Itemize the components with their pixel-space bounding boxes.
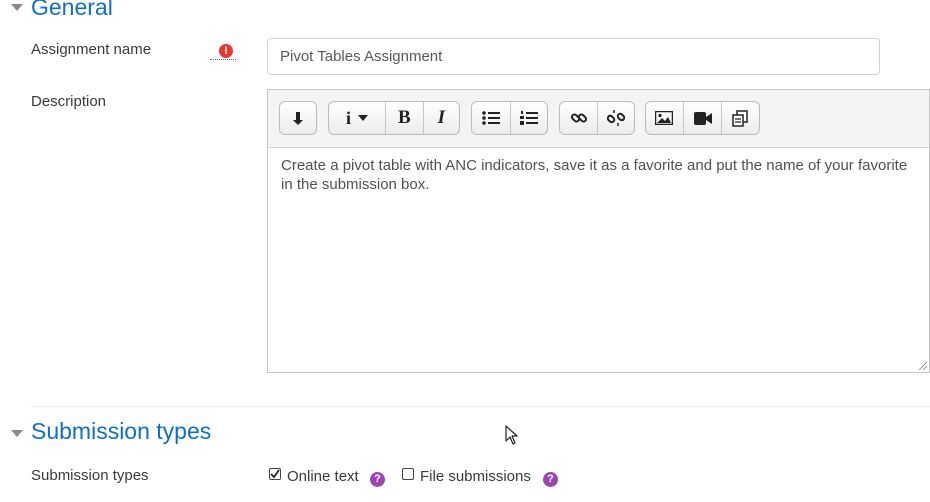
toolbar-group-toggle bbox=[279, 101, 317, 135]
toggle-toolbar-icon bbox=[293, 112, 303, 125]
submission-types-label: Submission types bbox=[31, 467, 149, 484]
video-icon bbox=[693, 111, 712, 125]
file-submissions-label[interactable]: File submissions bbox=[420, 468, 531, 486]
general-collapse-icon[interactable] bbox=[11, 4, 23, 11]
link-icon bbox=[570, 113, 587, 123]
required-icon: ! bbox=[219, 44, 233, 58]
section-divider bbox=[31, 406, 930, 407]
paragraph-styles-button[interactable]: i bbox=[329, 102, 387, 134]
required-dots bbox=[210, 58, 236, 60]
toolbar-group-media bbox=[645, 101, 760, 135]
manage-files-icon bbox=[732, 109, 748, 127]
unlink-icon bbox=[607, 110, 626, 126]
image-button[interactable] bbox=[646, 102, 684, 134]
checkmark-icon bbox=[270, 469, 280, 479]
online-text-label[interactable]: Online text bbox=[287, 468, 359, 486]
video-button[interactable] bbox=[684, 102, 723, 134]
toggle-toolbar-button[interactable] bbox=[280, 102, 316, 134]
toolbar-group-style: i B I bbox=[328, 101, 460, 135]
submission-section-title[interactable]: Submission types bbox=[31, 418, 211, 444]
file-submissions-help-icon[interactable]: ? bbox=[543, 472, 558, 487]
chevron-down-icon bbox=[358, 115, 369, 121]
numbered-list-icon bbox=[519, 111, 538, 125]
bold-icon: B bbox=[398, 107, 411, 128]
file-submissions-checkbox[interactable] bbox=[402, 468, 414, 480]
bullet-list-icon bbox=[481, 111, 500, 125]
submission-collapse-icon[interactable] bbox=[11, 430, 23, 437]
bullet-list-button[interactable] bbox=[472, 102, 511, 134]
description-editor-content[interactable]: Create a pivot table with ANC indicators… bbox=[281, 156, 921, 194]
link-button[interactable] bbox=[560, 102, 599, 134]
image-icon bbox=[655, 111, 674, 125]
toolbar-group-links bbox=[559, 101, 635, 135]
description-label: Description bbox=[31, 93, 107, 110]
assignment-name-input[interactable]: Pivot Tables Assignment bbox=[267, 38, 880, 75]
bold-button[interactable]: B bbox=[386, 102, 424, 134]
online-text-checkbox[interactable] bbox=[269, 468, 281, 480]
mouse-cursor-icon bbox=[505, 425, 518, 445]
italic-button[interactable]: I bbox=[424, 102, 459, 134]
toolbar-group-lists bbox=[471, 101, 548, 135]
italic-icon: I bbox=[437, 107, 445, 128]
resize-grip-icon[interactable] bbox=[917, 360, 927, 370]
numbered-list-button[interactable] bbox=[511, 102, 548, 134]
unlink-button[interactable] bbox=[598, 102, 634, 134]
editor-toolbar: i B I bbox=[268, 90, 929, 148]
info-paragraph-icon: i bbox=[346, 107, 352, 128]
online-text-help-icon[interactable]: ? bbox=[370, 472, 385, 487]
manage-files-button[interactable] bbox=[722, 102, 759, 134]
assignment-name-label: Assignment name bbox=[31, 41, 152, 58]
description-editor: i B I Create a pivot table with ANC indi… bbox=[267, 89, 930, 373]
general-section-title[interactable]: General bbox=[31, 0, 113, 20]
